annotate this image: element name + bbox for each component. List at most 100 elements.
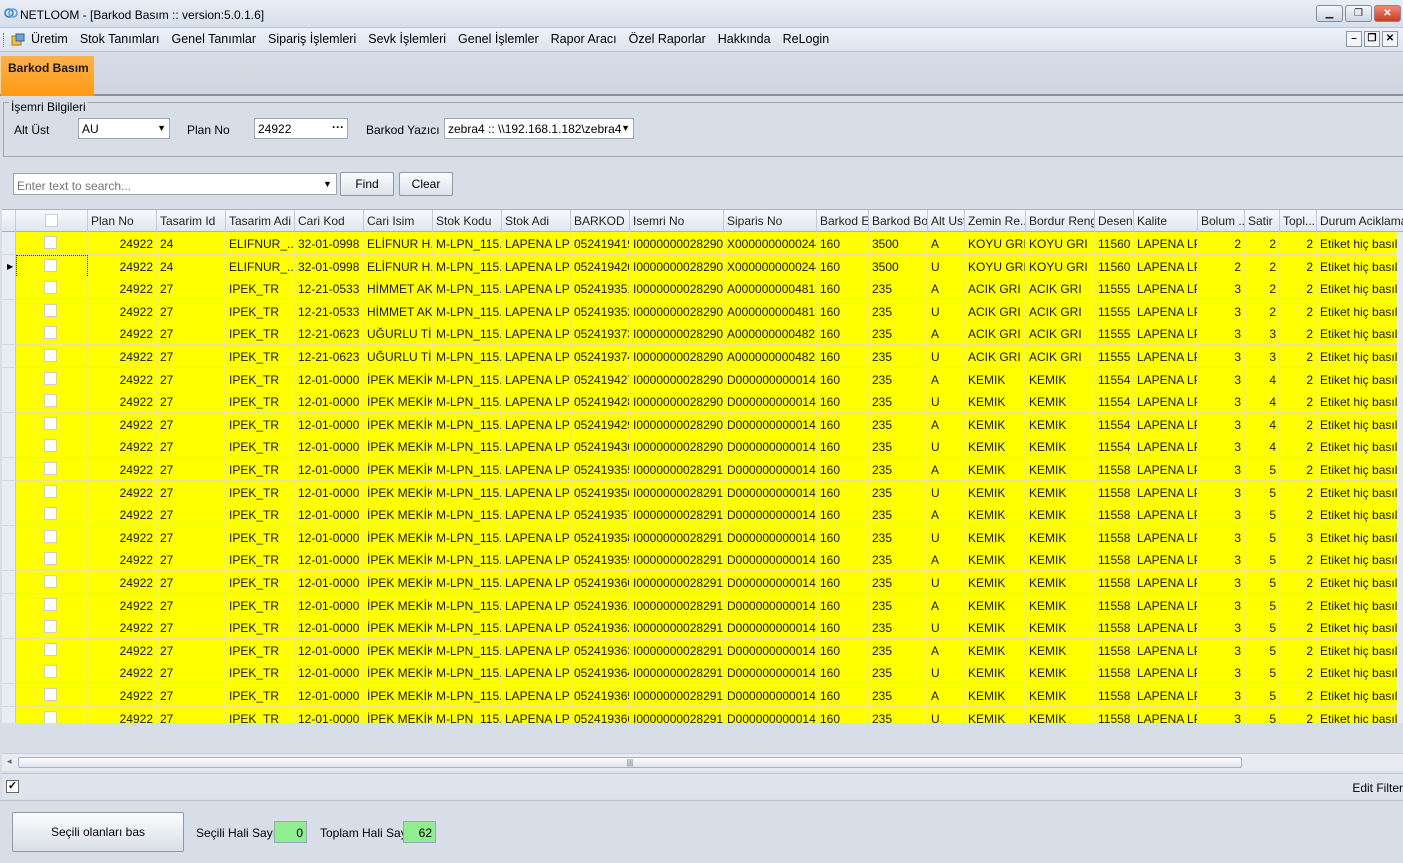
table-cell[interactable]: 3 — [1198, 345, 1245, 368]
table-cell[interactable]: I00000000282906 — [630, 254, 724, 278]
table-cell[interactable]: LAPENA LPN — [502, 435, 571, 459]
table-cell[interactable]: KEMIK — [1026, 435, 1095, 459]
menu-item[interactable]: Genel İşlemler — [458, 32, 539, 46]
table-cell[interactable]: ACIK GRI — [965, 345, 1026, 368]
table-cell[interactable]: LAPENA LPN — [1134, 593, 1198, 617]
table-cell[interactable]: IPEK_TR — [226, 571, 295, 594]
table-cell[interactable]: I00000000282910 — [630, 661, 724, 685]
table-cell[interactable]: 052419356 — [571, 480, 630, 504]
table-cell[interactable]: 2 — [1280, 593, 1317, 617]
table-cell[interactable]: İPEK MEKİK... — [364, 616, 433, 640]
table-cell[interactable]: 160 — [817, 412, 869, 436]
table-cell[interactable]: LAPENA LPN — [1134, 661, 1198, 685]
table-cell[interactable]: M-LPN_115... — [433, 593, 502, 617]
table-cell[interactable]: A — [928, 593, 965, 617]
table-cell[interactable]: 2 — [1198, 254, 1245, 278]
row-checkbox[interactable] — [44, 416, 57, 430]
mdi-close-button[interactable]: ✕ — [1382, 31, 1398, 47]
table-cell[interactable]: IPEK_TR — [226, 322, 295, 346]
table-cell[interactable]: 12-01-0000 — [295, 593, 364, 617]
table-cell[interactable]: KOYU GRI — [1026, 232, 1095, 255]
table-cell[interactable]: 2 — [1245, 232, 1280, 255]
table-cell[interactable]: A00000000048138 — [724, 299, 817, 323]
table-cell[interactable]: U — [928, 661, 965, 685]
table-cell[interactable]: Etiket hiç basılma — [1317, 299, 1403, 323]
row-indicator[interactable] — [2, 458, 16, 481]
table-cell[interactable]: 24922 — [88, 299, 157, 323]
table-cell[interactable]: 3 — [1198, 322, 1245, 346]
table-cell[interactable]: 2 — [1198, 232, 1245, 255]
menu-item[interactable]: Genel Tanımlar — [171, 32, 256, 46]
table-cell[interactable]: LAPENA LPN — [1134, 638, 1198, 662]
table-cell[interactable]: 235 — [869, 435, 928, 459]
table-cell[interactable]: 160 — [817, 480, 869, 504]
table-cell[interactable]: Etiket hiç basılma — [1317, 367, 1403, 391]
table-cell[interactable]: KOYU GRI — [965, 232, 1026, 255]
table-cell[interactable]: Etiket hiç basılma — [1317, 593, 1403, 617]
table-cell[interactable]: LAPENA LPN — [502, 299, 571, 323]
table-cell[interactable]: D00000000001481 — [724, 435, 817, 459]
column-header[interactable]: Barkod Boy — [869, 210, 928, 232]
table-cell[interactable]: LAPENA LPN — [502, 480, 571, 504]
table-cell[interactable]: 12-01-0000 — [295, 390, 364, 414]
table-cell[interactable]: 24922 — [88, 322, 157, 346]
row-select-cell[interactable] — [16, 345, 88, 368]
table-cell[interactable]: D00000000001481 — [724, 503, 817, 527]
current-row-arrow-icon[interactable]: ▶ — [2, 254, 16, 278]
table-cell[interactable]: 27 — [157, 299, 226, 323]
table-cell[interactable]: 235 — [869, 616, 928, 640]
table-cell[interactable]: LAPENA LPN — [502, 254, 571, 278]
table-cell[interactable]: 12-01-0000 — [295, 480, 364, 504]
table-cell[interactable]: KEMIK — [1026, 367, 1095, 391]
table-cell[interactable]: 27 — [157, 548, 226, 572]
table-cell[interactable]: 11554 — [1095, 412, 1134, 436]
table-cell[interactable]: LAPENA LPN — [1134, 616, 1198, 640]
row-select-cell[interactable] — [16, 684, 88, 707]
table-cell[interactable]: Etiket hiç basılma — [1317, 345, 1403, 368]
table-cell[interactable]: KEMIK — [1026, 661, 1095, 685]
table-cell[interactable]: 052419355 — [571, 458, 630, 481]
table-cell[interactable]: IPEK_TR — [226, 548, 295, 572]
mdi-restore-button[interactable]: ❐ — [1364, 31, 1380, 47]
row-select-cell[interactable] — [16, 661, 88, 685]
table-cell[interactable]: LAPENA LPN — [1134, 367, 1198, 391]
table-cell[interactable]: IPEK_TR — [226, 593, 295, 617]
scroll-left-icon[interactable]: ◂ — [7, 756, 12, 767]
table-cell[interactable]: LAPENA LPN — [502, 458, 571, 481]
row-checkbox[interactable] — [44, 552, 57, 566]
table-cell[interactable]: LAPENA LPN — [1134, 503, 1198, 527]
table-cell[interactable]: 3500 — [869, 232, 928, 255]
table-cell[interactable]: HİMMET AK... — [364, 299, 433, 323]
table-cell[interactable]: KEMIK — [1026, 638, 1095, 662]
table-cell[interactable]: IPEK_TR — [226, 706, 295, 723]
table-cell[interactable]: 11554 — [1095, 435, 1134, 459]
row-indicator[interactable] — [2, 661, 16, 685]
table-cell[interactable]: IPEK_TR — [226, 616, 295, 640]
table-cell[interactable]: A — [928, 232, 965, 255]
table-cell[interactable]: A — [928, 548, 965, 572]
table-cell[interactable]: 052419360 — [571, 571, 630, 594]
table-cell[interactable]: LAPENA LPN — [1134, 548, 1198, 572]
table-row[interactable]: 2492227IPEK_TR12-01-0000İPEK MEKİK...M-L… — [2, 367, 1403, 391]
row-select-cell[interactable] — [16, 367, 88, 391]
table-cell[interactable]: 24922 — [88, 480, 157, 504]
table-row[interactable]: 2492227IPEK_TR12-01-0000İPEK MEKİK...M-L… — [2, 390, 1403, 414]
table-cell[interactable]: 160 — [817, 593, 869, 617]
table-cell[interactable]: KEMIK — [965, 706, 1026, 723]
table-cell[interactable]: M-LPN_115... — [433, 571, 502, 594]
table-cell[interactable]: 2 — [1280, 571, 1317, 594]
table-cell[interactable]: I00000000282910 — [630, 548, 724, 572]
table-row[interactable]: 2492227IPEK_TR12-01-0000İPEK MEKİK...M-L… — [2, 412, 1403, 436]
table-cell[interactable]: 32-01-0998 — [295, 232, 364, 255]
table-cell[interactable]: D00000000001481 — [724, 684, 817, 707]
row-indicator[interactable] — [2, 503, 16, 527]
table-cell[interactable]: IPEK_TR — [226, 277, 295, 301]
row-checkbox[interactable] — [44, 484, 57, 498]
table-cell[interactable]: 2 — [1280, 254, 1317, 278]
table-cell[interactable]: Etiket hiç basılma — [1317, 706, 1403, 723]
table-cell[interactable]: ACIK GRI — [1026, 345, 1095, 368]
table-cell[interactable]: U — [928, 390, 965, 414]
table-row[interactable]: 2492227IPEK_TR12-01-0000İPEK MEKİK...M-L… — [2, 458, 1403, 481]
table-cell[interactable]: ELİFNUR H... — [364, 232, 433, 255]
row-checkbox[interactable] — [44, 710, 57, 723]
